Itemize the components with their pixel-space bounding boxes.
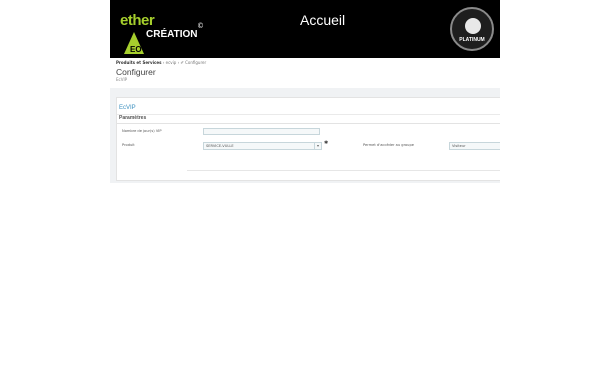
product-label: Produit bbox=[122, 143, 135, 147]
product-select-value: SERVICE-VULLE bbox=[206, 144, 234, 148]
prestashop-partner-badge: PLATINUM bbox=[450, 7, 494, 51]
breadcrumb: Produits et Services › ecvip › ✐ Configu… bbox=[116, 60, 206, 65]
badge-text: PLATINUM bbox=[459, 37, 485, 43]
divider bbox=[117, 114, 500, 115]
banner-title: Accueil bbox=[300, 12, 346, 28]
page-header: Produits et Services › ecvip › ✐ Configu… bbox=[110, 58, 500, 88]
logo-ether-text: ether bbox=[120, 12, 155, 29]
page-title: Configurer bbox=[116, 67, 156, 77]
chevron-down-icon: ▾ bbox=[314, 143, 321, 149]
page-subtitle: EcVIP bbox=[116, 77, 128, 82]
settings-panel: EcVIP Paramètres Nombre de jour(s) VIP P… bbox=[116, 97, 500, 181]
group-access-label: Permet d'accéder au groupe bbox=[363, 143, 414, 147]
copyright-icon: © bbox=[197, 22, 204, 30]
group-select[interactable]: Visiteur bbox=[449, 142, 500, 150]
app-frame: ether EO CRÉATION © Accueil PLATINUM Pro… bbox=[110, 0, 500, 183]
banner: ether EO CRÉATION © Accueil PLATINUM bbox=[110, 0, 500, 58]
logo-eo-text: EO bbox=[130, 45, 142, 54]
ether-creation-logo[interactable]: ether EO CRÉATION © bbox=[120, 10, 204, 54]
puffin-icon bbox=[465, 18, 481, 34]
divider bbox=[187, 170, 500, 171]
required-star-icon: ✱ bbox=[324, 140, 329, 146]
divider bbox=[117, 123, 500, 124]
product-select[interactable]: SERVICE-VULLE ▾ bbox=[203, 142, 322, 150]
section-title: Paramètres bbox=[119, 115, 147, 121]
vip-days-label: Nombre de jour(s) VIP bbox=[122, 129, 162, 133]
logo-creation-text: CRÉATION bbox=[146, 29, 198, 40]
group-select-value: Visiteur bbox=[452, 144, 466, 148]
breadcrumb-item-configure: ✐ Configurer bbox=[180, 60, 207, 65]
breadcrumb-item-ecvip[interactable]: ecvip bbox=[166, 60, 177, 65]
breadcrumb-item-products[interactable]: Produits et Services bbox=[116, 60, 161, 65]
panel-title: EcVIP bbox=[119, 105, 136, 111]
vip-days-input[interactable] bbox=[203, 128, 320, 135]
